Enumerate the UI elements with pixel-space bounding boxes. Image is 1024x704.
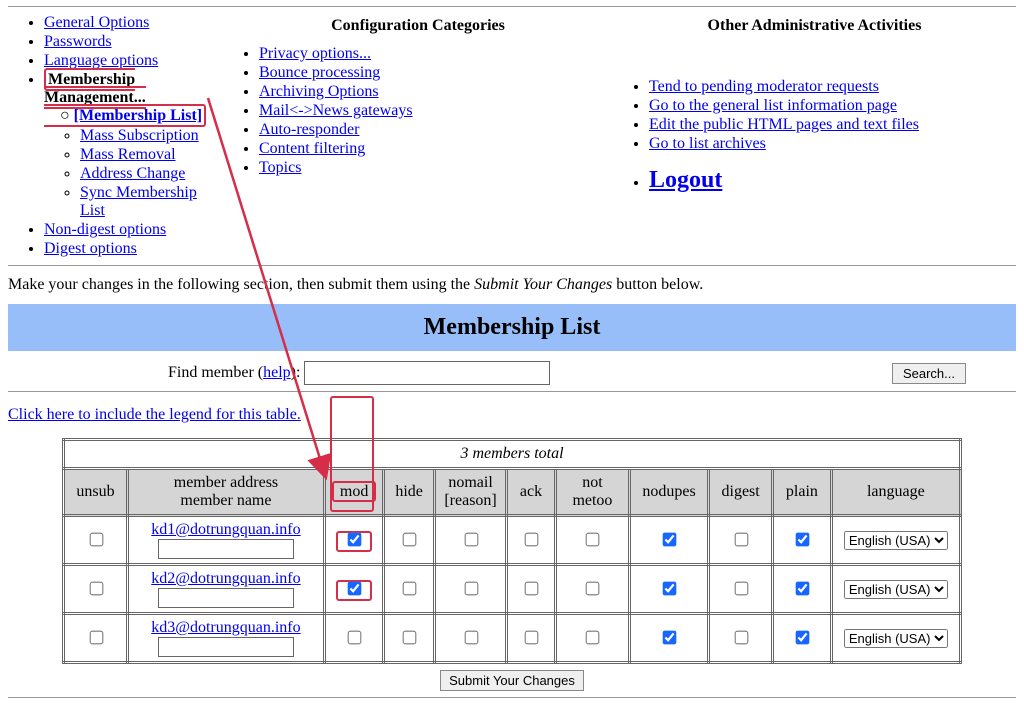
checkbox-ack[interactable] (525, 630, 539, 644)
config-categories-heading: Configuration Categories (223, 17, 613, 35)
checkbox-mod[interactable] (348, 532, 362, 546)
checkbox-hide[interactable] (403, 630, 417, 644)
checkbox-hide[interactable] (403, 532, 417, 546)
checkbox-unsub[interactable] (89, 630, 103, 644)
member-name-input[interactable] (158, 539, 294, 559)
checkbox-hide[interactable] (403, 581, 417, 595)
search-button[interactable]: Search... (892, 363, 966, 384)
nav-membership-list[interactable]: [Membership List] (74, 107, 202, 124)
nav-privacy[interactable]: Privacy options... (259, 45, 371, 62)
nav-sync-membership-list[interactable]: Sync Membership List (80, 184, 197, 219)
nav-address-change[interactable]: Address Change (80, 165, 185, 182)
col-member: member addressmember name (128, 469, 325, 516)
nav-logout[interactable]: Logout (649, 167, 722, 193)
language-select[interactable]: English (USA) (844, 629, 948, 648)
nav-mass-subscription[interactable]: Mass Subscription (80, 127, 199, 144)
membership-list-banner: Membership List (8, 304, 1016, 351)
col-notmetoo: not metoo (555, 469, 629, 516)
table-row: kd2@dotrungquan.info English (USA) (64, 565, 961, 614)
checkbox-plain[interactable] (796, 532, 810, 546)
submit-changes-button[interactable]: Submit Your Changes (440, 670, 584, 691)
member-name-input[interactable] (158, 637, 294, 657)
checkbox-digest[interactable] (734, 630, 748, 644)
checkbox-nodupes[interactable] (663, 630, 677, 644)
legend-toggle-link[interactable]: Click here to include the legend for thi… (8, 406, 1016, 424)
col-plain: plain (773, 469, 832, 516)
nav-archives[interactable]: Go to list archives (649, 135, 766, 152)
find-member-input[interactable] (304, 361, 550, 385)
member-email-link[interactable]: kd1@dotrungquan.info (151, 521, 300, 538)
nav-gateways[interactable]: Mail<->News gateways (259, 102, 413, 119)
member-name-input[interactable] (158, 588, 294, 608)
checkbox-mod[interactable] (348, 581, 362, 595)
checkbox-plain[interactable] (796, 581, 810, 595)
nav-pending-requests[interactable]: Tend to pending moderator requests (649, 78, 879, 95)
col-language: language (831, 469, 960, 516)
checkbox-notmetoo[interactable] (586, 532, 600, 546)
nav-bounce[interactable]: Bounce processing (259, 64, 380, 81)
checkbox-nodupes[interactable] (663, 581, 677, 595)
nav-general-options[interactable]: General Options (44, 14, 149, 31)
nav-language-options[interactable]: Language options (44, 52, 158, 69)
member-email-link[interactable]: kd2@dotrungquan.info (151, 570, 300, 587)
nav-membership-management: Membership Management... ○ [Membership L… (44, 68, 206, 127)
col-ack: ack (507, 469, 556, 516)
members-caption: 3 members total (64, 440, 961, 469)
nav-passwords[interactable]: Passwords (44, 33, 112, 50)
checkbox-digest[interactable] (734, 581, 748, 595)
col-nodupes: nodupes (630, 469, 709, 516)
col-hide: hide (384, 469, 435, 516)
nav-nondigest[interactable]: Non-digest options (44, 221, 166, 238)
checkbox-notmetoo[interactable] (586, 630, 600, 644)
table-row: kd3@dotrungquan.info English (USA) (64, 614, 961, 663)
nav-general-info[interactable]: Go to the general list information page (649, 97, 897, 114)
checkbox-ack[interactable] (525, 532, 539, 546)
checkbox-plain[interactable] (796, 630, 810, 644)
col-nomail: nomail[reason] (434, 469, 506, 516)
nav-autoresponder[interactable]: Auto-responder (259, 121, 359, 138)
find-help-link[interactable]: help (263, 364, 291, 381)
table-row: kd1@dotrungquan.info English (USA) (64, 516, 961, 565)
find-member-label: Find member (help): (168, 364, 300, 382)
member-email-link[interactable]: kd3@dotrungquan.info (151, 619, 300, 636)
nav-archiving[interactable]: Archiving Options (259, 83, 379, 100)
language-select[interactable]: English (USA) (844, 580, 948, 599)
checkbox-nodupes[interactable] (663, 532, 677, 546)
checkbox-nomail[interactable] (464, 532, 478, 546)
nav-topics[interactable]: Topics (259, 159, 301, 176)
nav-edit-html[interactable]: Edit the public HTML pages and text file… (649, 116, 919, 133)
nav-digest[interactable]: Digest options (44, 240, 137, 257)
checkbox-digest[interactable] (734, 532, 748, 546)
checkbox-unsub[interactable] (89, 581, 103, 595)
members-table: 3 members total unsub member addressmemb… (62, 438, 962, 664)
col-digest: digest (709, 469, 773, 516)
language-select[interactable]: English (USA) (844, 531, 948, 550)
nav-mass-removal[interactable]: Mass Removal (80, 146, 176, 163)
checkbox-unsub[interactable] (89, 532, 103, 546)
checkbox-nomail[interactable] (464, 630, 478, 644)
checkbox-ack[interactable] (525, 581, 539, 595)
nav-content-filtering[interactable]: Content filtering (259, 140, 365, 157)
checkbox-mod[interactable] (348, 630, 362, 644)
checkbox-notmetoo[interactable] (586, 581, 600, 595)
checkbox-nomail[interactable] (464, 581, 478, 595)
instructions-text: Make your changes in the following secti… (8, 276, 1016, 294)
other-admin-heading: Other Administrative Activities (613, 17, 1016, 35)
col-unsub: unsub (64, 469, 128, 516)
col-mod: mod (324, 469, 383, 516)
